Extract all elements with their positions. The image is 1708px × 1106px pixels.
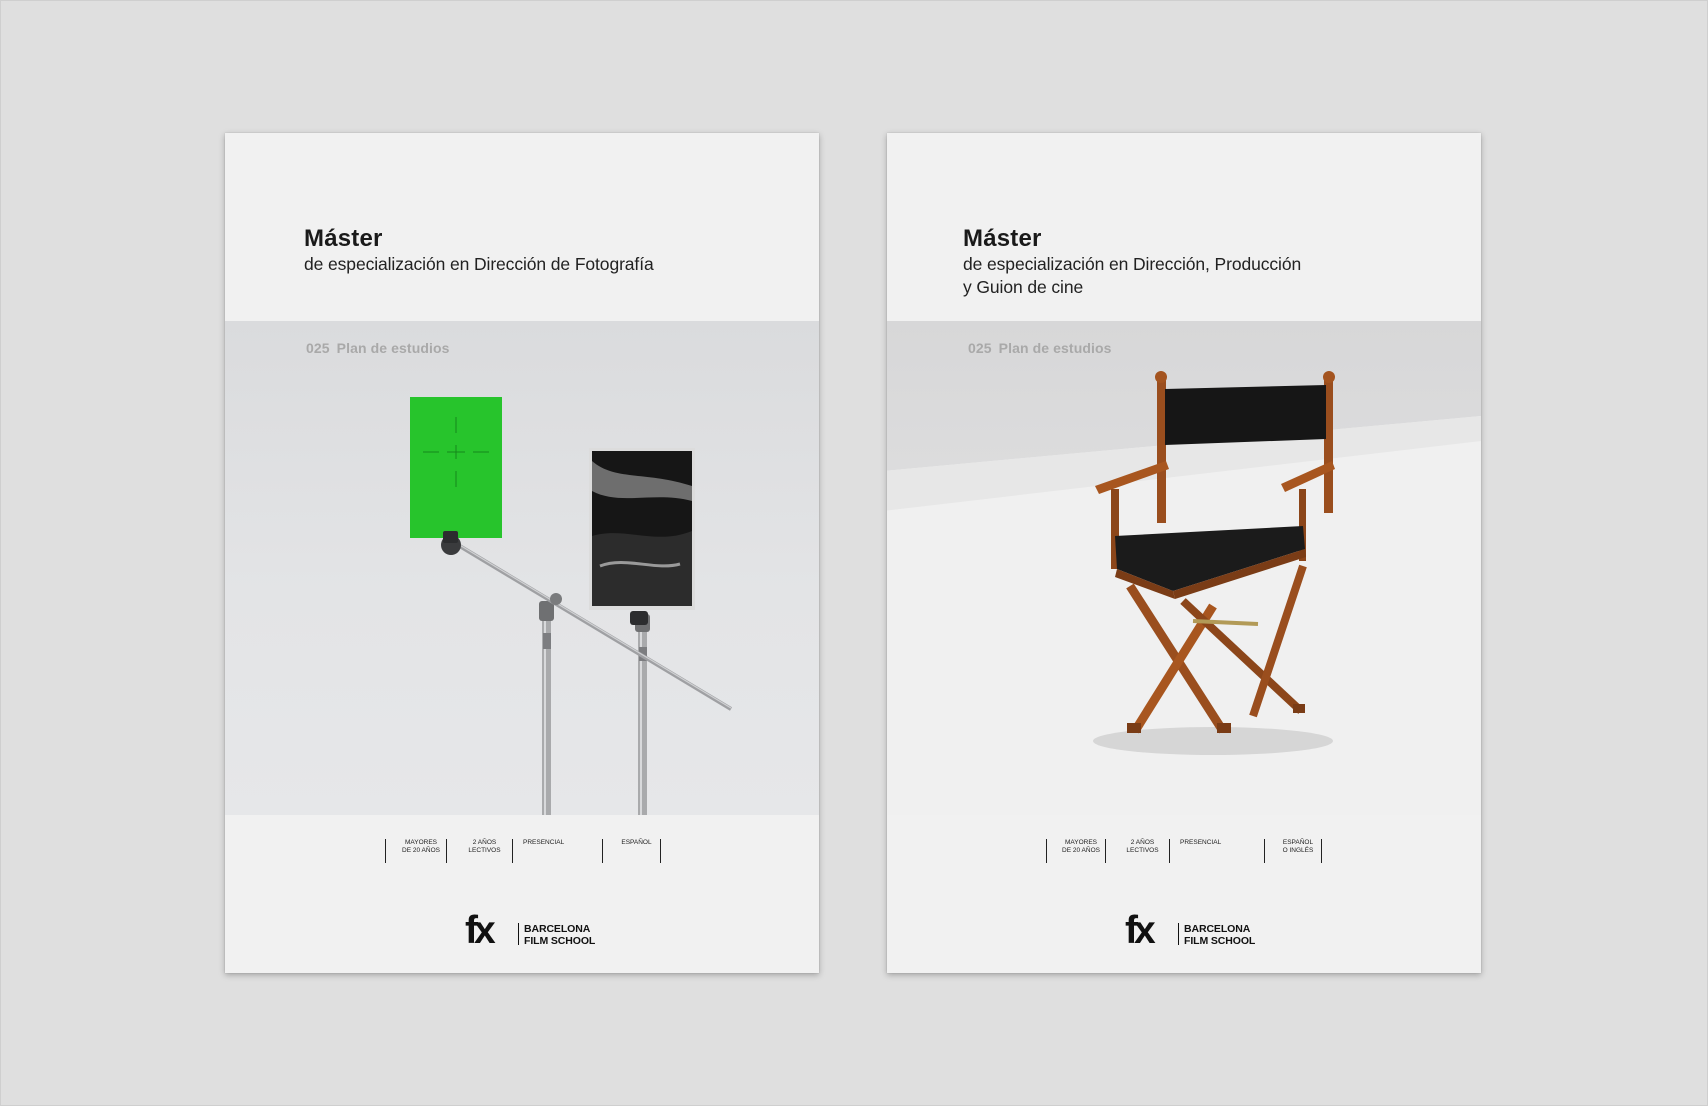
cover-photo: 025 Plan de estudios (225, 321, 819, 815)
tag-age: MAYORES DE 20 AÑOS (1046, 839, 1105, 863)
tag-duration: 2 AÑOS LECTIVOS (446, 839, 512, 863)
plan-code: 025 (306, 340, 330, 356)
tag-language: ESPAÑOL (602, 839, 661, 863)
plan-code: 025 (968, 340, 992, 356)
logo-divider (1178, 923, 1180, 945)
fx-logo-mark: fx (465, 909, 496, 952)
fx-logo-mark: fx (1125, 909, 1156, 952)
grip-stands-illustration (410, 397, 733, 815)
cover-title-block: Máster de especialización en Dirección, … (963, 225, 1301, 299)
tag-modality: PRESENCIAL (512, 839, 598, 863)
cover-title: Máster (304, 225, 383, 252)
director-chair-illustration (887, 371, 1481, 815)
cover-title: Máster (963, 225, 1042, 252)
cover-subtitle: de especialización en Dirección de Fotog… (304, 254, 654, 274)
logo-text: BARCELONA FILM SCHOOL (524, 923, 596, 947)
logo-text: BARCELONA FILM SCHOOL (1184, 923, 1256, 947)
tag-duration: 2 AÑOS LECTIVOS (1105, 839, 1169, 863)
plan-label: 025 Plan de estudios (306, 340, 450, 356)
cover-subtitle-line2: y Guion de cine (963, 277, 1084, 297)
tag-language: ESPAÑOL O INGLÉS (1264, 839, 1322, 863)
plan-label: 025 Plan de estudios (968, 340, 1112, 356)
plan-text: Plan de estudios (336, 340, 450, 356)
cover-photo: 025 Plan de estudios (887, 321, 1481, 815)
brochure-cover-photography: Máster de especialización en Dirección d… (225, 133, 819, 973)
tag-modality: PRESENCIAL (1169, 839, 1265, 863)
logo-divider (518, 923, 520, 945)
cover-title-block: Máster de especialización en Dirección d… (304, 225, 654, 276)
brochure-cover-direction: Máster de especialización en Dirección, … (887, 133, 1481, 973)
cover-subtitle-line1: de especialización en Dirección, Producc… (963, 254, 1302, 274)
tag-age: MAYORES DE 20 AÑOS (385, 839, 446, 863)
plan-text: Plan de estudios (998, 340, 1112, 356)
